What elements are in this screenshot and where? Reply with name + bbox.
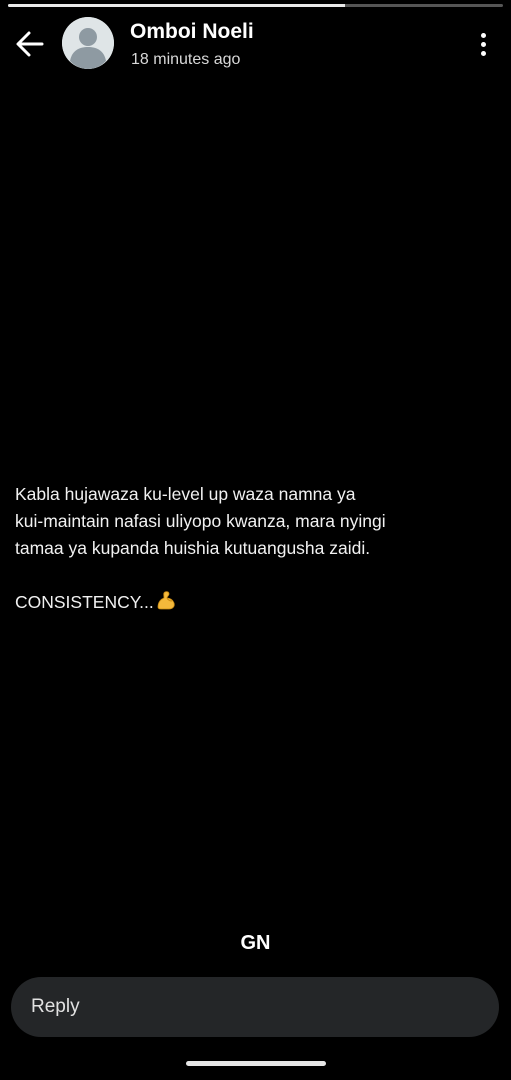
avatar[interactable] — [62, 17, 114, 69]
reply-placeholder: Reply — [31, 996, 80, 1017]
contact-name[interactable]: Omboi Noeli — [130, 20, 254, 44]
status-progress-fill — [8, 4, 345, 7]
status-caption: GN — [240, 932, 271, 954]
status-line: kui-maintain nafasi uliyopo kwanza, mara… — [15, 511, 386, 531]
more-vertical-icon — [480, 32, 486, 38]
status-line: Kabla hujawaza ku-level up waza namna ya — [15, 484, 356, 504]
status-tagline: CONSISTENCY... — [15, 589, 485, 619]
status-progress-bar — [8, 4, 503, 7]
status-tagline-text: CONSISTENCY... — [15, 592, 154, 612]
default-avatar-icon — [62, 17, 114, 69]
status-message: Kabla hujawaza ku-level up waza namna ya… — [15, 481, 485, 619]
status-timestamp: 18 minutes ago — [131, 51, 241, 68]
home-indicator[interactable] — [186, 1061, 326, 1066]
flexed-biceps-icon — [155, 589, 177, 619]
back-arrow-icon — [16, 31, 44, 57]
status-line: tamaa ya kupanda huishia kutuangusha zai… — [15, 538, 371, 558]
more-options-button[interactable] — [469, 26, 497, 62]
reply-input[interactable]: Reply — [11, 977, 499, 1037]
back-button[interactable] — [10, 26, 50, 62]
status-header: Omboi Noeli 18 minutes ago — [0, 12, 511, 78]
